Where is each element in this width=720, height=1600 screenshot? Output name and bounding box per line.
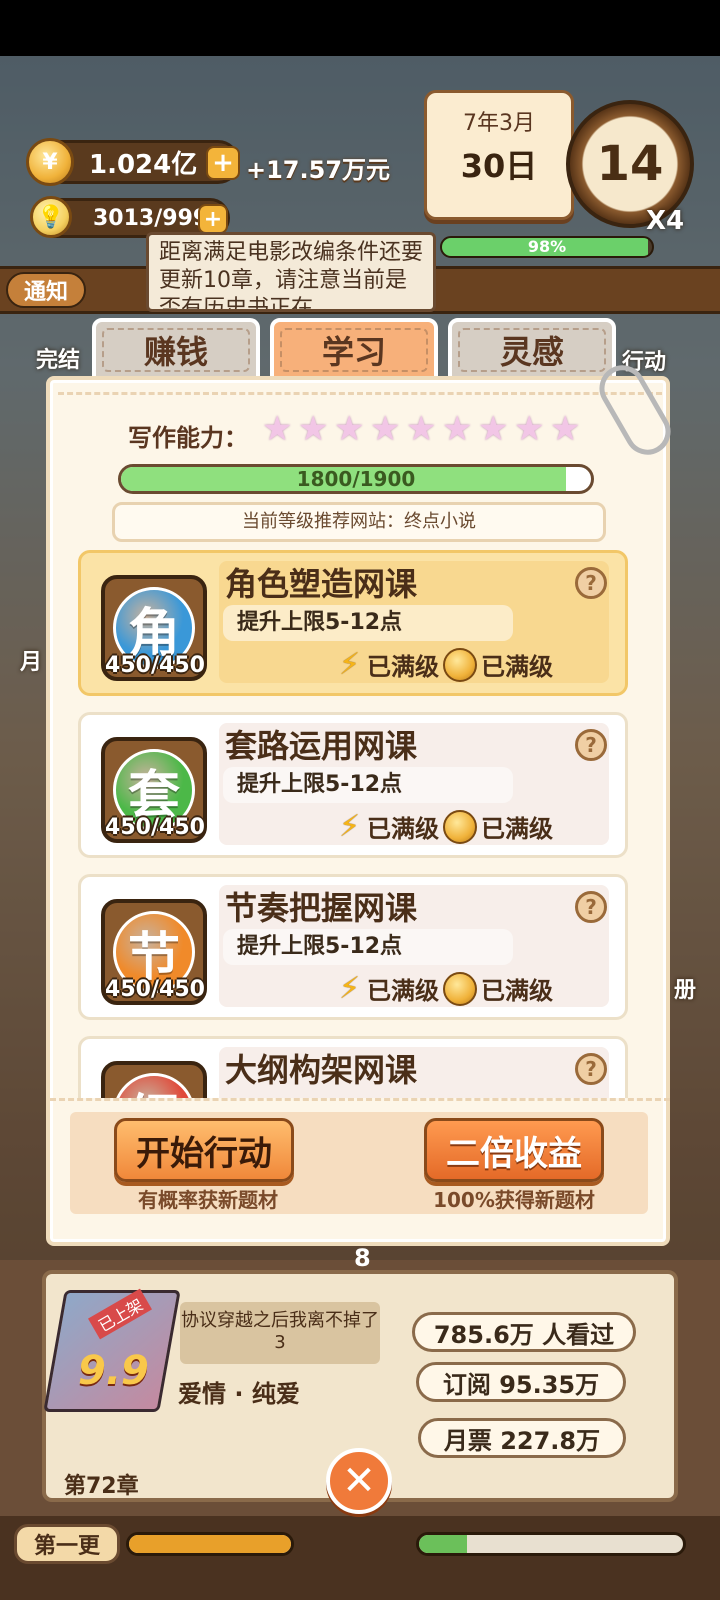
close-button[interactable]: ✕ <box>326 1448 392 1514</box>
recommended-site: 当前等级推荐网站：终点小说 <box>112 502 606 542</box>
money-value: 1.024亿 <box>89 149 198 180</box>
course-description: 提升上限5-12点 <box>223 605 513 641</box>
day-progress-text: 98% <box>527 237 567 256</box>
day: 30日 <box>460 147 538 185</box>
coin-icon: ¥ <box>26 138 74 186</box>
writing-progress-fill <box>419 1535 467 1553</box>
day-progress-bar: 98% <box>440 236 654 258</box>
monthly-tickets-stat: 月票 227.8万 <box>418 1418 626 1458</box>
writing-ability-label: 写作能力： <box>128 424 248 452</box>
income-rate: +17.57万元 <box>246 156 391 184</box>
coin-icon <box>443 971 477 1006</box>
lightning-icon: ⚡ <box>339 646 361 682</box>
star-icon: ★ <box>370 409 401 449</box>
course-level-status: ⚡ 已满级 已满级 <box>339 971 553 1006</box>
date-card: 7年3月 30日 <box>424 90 574 220</box>
course-count: 450/450 <box>105 653 205 678</box>
add-energy-button[interactable]: + <box>198 204 228 234</box>
coin-icon <box>443 809 477 844</box>
course-card[interactable]: 纲 大纲构架网课 ? <box>78 1036 628 1098</box>
course-count: 450/450 <box>105 815 205 840</box>
star-icon: ★ <box>478 409 509 449</box>
star-icon: ★ <box>442 409 473 449</box>
update-progress-fill <box>129 1535 291 1553</box>
coin-icon <box>443 647 477 682</box>
course-card[interactable]: 节 450/450 节奏把握网课 ? 提升上限5-12点 ⚡ 已满级 已满级 <box>78 874 628 1020</box>
star-icon: ★ <box>262 409 293 449</box>
course-description: 提升上限5-12点 <box>223 929 513 965</box>
ability-stars: ★ ★ ★ ★ ★ ★ ★ ★ ★ <box>262 412 584 446</box>
energy-level-status: 已满级 <box>367 977 439 1005</box>
course-card[interactable]: 套 450/450 套路运用网课 ? 提升上限5-12点 ⚡ 已满级 已满级 <box>78 712 628 858</box>
star-icon: ★ <box>514 409 545 449</box>
star-icon: ★ <box>334 409 365 449</box>
side-label-book[interactable]: 册 <box>674 972 696 1004</box>
course-title: 节奏把握网课 <box>225 889 418 927</box>
course-level-status: ⚡ 已满级 已满级 <box>339 809 553 844</box>
subscriptions-stat: 订阅 95.35万 <box>416 1362 626 1402</box>
start-action-button[interactable]: 开始行动 <box>114 1118 294 1182</box>
year-month: 7年3月 <box>463 111 535 136</box>
clock-number: 14 <box>596 136 664 192</box>
start-action-subtext: 有概率获新题材 <box>138 1188 278 1212</box>
tab-border <box>458 328 606 372</box>
help-icon[interactable]: ? <box>575 891 607 923</box>
course-title: 角色塑造网课 <box>225 565 418 603</box>
tab-earn[interactable]: 赚钱 <box>92 318 260 382</box>
chapter-number: 第72章 <box>64 1474 139 1499</box>
side-label-complete[interactable]: 完结 <box>36 342 80 374</box>
coin-level-status: 已满级 <box>481 815 553 843</box>
notice-label[interactable]: 通知 <box>6 272 86 308</box>
lightning-icon: ⚡ <box>339 970 361 1006</box>
course-icon-frame: 纲 <box>101 1061 207 1098</box>
close-icon: ✕ <box>342 1458 376 1504</box>
side-label-month[interactable]: 月 <box>20 644 42 676</box>
double-reward-subtext: 100%获得新题材 <box>433 1188 595 1212</box>
panel-divider-bottom <box>50 1098 670 1101</box>
tab-study[interactable]: 学习 <box>270 318 438 382</box>
book-genre: 爱情 · 纯爱 <box>178 1380 300 1408</box>
energy-level-status: 已满级 <box>367 653 439 681</box>
help-icon[interactable]: ? <box>575 567 607 599</box>
views-stat: 785.6万 人看过 <box>412 1312 636 1352</box>
course-title: 套路运用网课 <box>225 727 418 765</box>
star-icon: ★ <box>406 409 437 449</box>
double-reward-button[interactable]: 二倍收益 <box>424 1118 604 1182</box>
star-icon: ★ <box>298 409 329 449</box>
speed-multiplier-button[interactable]: X4 <box>646 206 684 236</box>
help-icon[interactable]: ? <box>575 1053 607 1085</box>
coin-level-status: 已满级 <box>481 977 553 1005</box>
floor-number: 8 <box>354 1244 371 1272</box>
course-glyph: 纲 <box>128 1077 180 1099</box>
book-score: 9.9 <box>78 1348 149 1394</box>
coin-level-status: 已满级 <box>481 653 553 681</box>
add-money-button[interactable]: + <box>206 146 240 180</box>
star-icon: ★ <box>550 409 581 449</box>
lightbulb-icon: 💡 <box>30 196 72 238</box>
tab-border <box>280 328 428 372</box>
first-update-button[interactable]: 第一更 <box>14 1524 120 1564</box>
course-list[interactable]: 角 450/450 角色塑造网课 ? 提升上限5-12点 ⚡ 已满级 已满级 套… <box>78 550 628 1098</box>
book-title: 协议穿越之后我离不掉了3 <box>180 1302 380 1364</box>
course-card[interactable]: 角 450/450 角色塑造网课 ? 提升上限5-12点 ⚡ 已满级 已满级 <box>78 550 628 696</box>
course-description: 提升上限5-12点 <box>223 767 513 803</box>
ability-progress-bar: 1800/1900 <box>118 464 594 494</box>
tab-inspiration[interactable]: 灵感 <box>448 318 616 382</box>
energy-level-status: 已满级 <box>367 815 439 843</box>
update-progress-track <box>126 1532 294 1556</box>
course-level-status: ⚡ 已满级 已满级 <box>339 647 553 682</box>
course-title: 大纲构架网课 <box>225 1051 418 1089</box>
writing-progress-track <box>416 1532 686 1556</box>
tab-border <box>102 328 250 372</box>
notice-tooltip: 距离满足电影改编条件还要更新10章，请注意当前是否有历史书正在 <box>146 232 436 312</box>
ability-progress-text: 1800/1900 <box>296 467 416 491</box>
course-count: 450/450 <box>105 977 205 1002</box>
panel-divider <box>58 392 662 395</box>
course-icon: 纲 <box>113 1073 195 1098</box>
lightning-icon: ⚡ <box>339 808 361 844</box>
help-icon[interactable]: ? <box>575 729 607 761</box>
